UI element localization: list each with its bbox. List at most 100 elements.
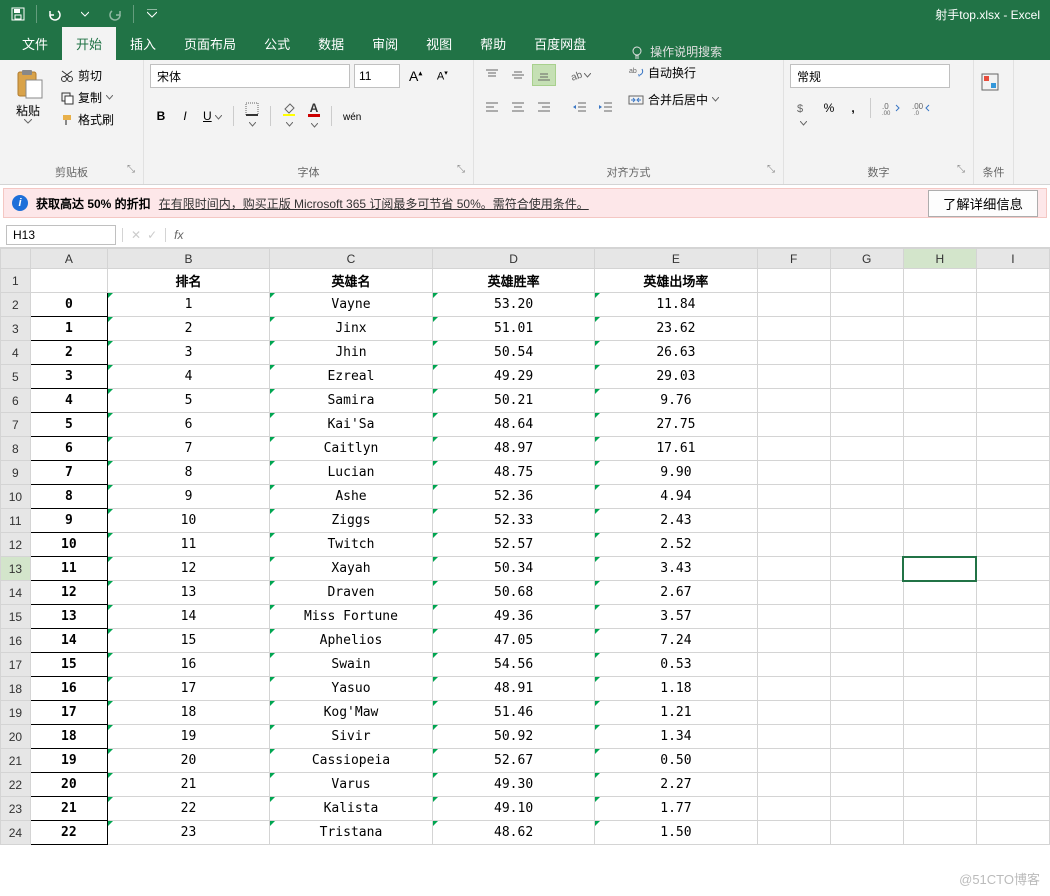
cell-E12[interactable]: 2.52 [595, 533, 757, 557]
tab-review[interactable]: 审阅 [358, 27, 412, 60]
cell-C12[interactable]: Twitch [270, 533, 433, 557]
cell-E5[interactable]: 29.03 [595, 365, 757, 389]
cell-C21[interactable]: Cassiopeia [270, 749, 433, 773]
wrap-text-button[interactable]: ab自动换行 [628, 64, 719, 81]
cell-A9[interactable]: 7 [30, 461, 107, 485]
col-header-D[interactable]: D [432, 249, 594, 269]
cell-A4[interactable]: 2 [30, 341, 107, 365]
cell-I13[interactable] [976, 557, 1049, 581]
cell-C22[interactable]: Varus [270, 773, 433, 797]
cell-D22[interactable]: 49.30 [432, 773, 594, 797]
cell-A8[interactable]: 6 [30, 437, 107, 461]
cell-F18[interactable] [757, 677, 830, 701]
row-header-17[interactable]: 17 [1, 653, 31, 677]
cell-B15[interactable]: 14 [108, 605, 270, 629]
cell-F8[interactable] [757, 437, 830, 461]
row-header-4[interactable]: 4 [1, 341, 31, 365]
ruby-button[interactable]: wén [338, 106, 366, 126]
col-header-G[interactable]: G [830, 249, 903, 269]
cell-B14[interactable]: 13 [108, 581, 270, 605]
cell-I17[interactable] [976, 653, 1049, 677]
cell-F22[interactable] [757, 773, 830, 797]
col-header-C[interactable]: C [270, 249, 433, 269]
row-header-16[interactable]: 16 [1, 629, 31, 653]
cell-H7[interactable] [903, 413, 976, 437]
cell-I22[interactable] [976, 773, 1049, 797]
cell-G4[interactable] [830, 341, 903, 365]
cell-B9[interactable]: 8 [108, 461, 270, 485]
cell-F12[interactable] [757, 533, 830, 557]
cell-F10[interactable] [757, 485, 830, 509]
cell-A14[interactable]: 12 [30, 581, 107, 605]
clipboard-launcher[interactable]: ⤡ [127, 164, 135, 175]
row-header-7[interactable]: 7 [1, 413, 31, 437]
cell-G15[interactable] [830, 605, 903, 629]
cell-I3[interactable] [976, 317, 1049, 341]
cell-A20[interactable]: 18 [30, 725, 107, 749]
cell-F13[interactable] [757, 557, 830, 581]
cell-B23[interactable]: 22 [108, 797, 270, 821]
percent-button[interactable]: % [818, 98, 840, 132]
cell-I5[interactable] [976, 365, 1049, 389]
italic-button[interactable]: I [174, 106, 196, 126]
row-header-23[interactable]: 23 [1, 797, 31, 821]
cell-G24[interactable] [830, 821, 903, 845]
bold-button[interactable]: B [150, 106, 172, 126]
cell-C10[interactable]: Ashe [270, 485, 433, 509]
tab-formula[interactable]: 公式 [250, 27, 304, 60]
cell-H13[interactable] [903, 557, 976, 581]
cell-A24[interactable]: 22 [30, 821, 107, 845]
info-learn-more-button[interactable]: 了解详细信息 [928, 190, 1038, 217]
cell-H5[interactable] [903, 365, 976, 389]
align-left-button[interactable] [480, 96, 504, 118]
cell-H24[interactable] [903, 821, 976, 845]
tab-baidu[interactable]: 百度网盘 [520, 27, 600, 60]
cell-E21[interactable]: 0.50 [595, 749, 757, 773]
cell-B20[interactable]: 19 [108, 725, 270, 749]
cell-B6[interactable]: 5 [108, 389, 270, 413]
cell-C7[interactable]: Kai'Sa [270, 413, 433, 437]
cell-H17[interactable] [903, 653, 976, 677]
cell-E11[interactable]: 2.43 [595, 509, 757, 533]
tab-data[interactable]: 数据 [304, 27, 358, 60]
cell-H23[interactable] [903, 797, 976, 821]
cell-D10[interactable]: 52.36 [432, 485, 594, 509]
cell-D21[interactable]: 52.67 [432, 749, 594, 773]
cell-I10[interactable] [976, 485, 1049, 509]
cell-H2[interactable] [903, 293, 976, 317]
cell-A3[interactable]: 1 [30, 317, 107, 341]
cell-A22[interactable]: 20 [30, 773, 107, 797]
cell-H14[interactable] [903, 581, 976, 605]
cell-C19[interactable]: Kog'Maw [270, 701, 433, 725]
cell-B1[interactable]: 排名 [108, 269, 270, 293]
cell-H21[interactable] [903, 749, 976, 773]
row-header-15[interactable]: 15 [1, 605, 31, 629]
cell-I2[interactable] [976, 293, 1049, 317]
select-all-corner[interactable] [1, 249, 31, 269]
cell-D5[interactable]: 49.29 [432, 365, 594, 389]
cell-I12[interactable] [976, 533, 1049, 557]
cell-G17[interactable] [830, 653, 903, 677]
cell-A13[interactable]: 11 [30, 557, 107, 581]
undo-dropdown[interactable] [71, 1, 99, 27]
cell-H22[interactable] [903, 773, 976, 797]
cell-F23[interactable] [757, 797, 830, 821]
cell-E14[interactable]: 2.67 [595, 581, 757, 605]
cell-C18[interactable]: Yasuo [270, 677, 433, 701]
cell-E3[interactable]: 23.62 [595, 317, 757, 341]
cell-D9[interactable]: 48.75 [432, 461, 594, 485]
cell-A16[interactable]: 14 [30, 629, 107, 653]
row-header-20[interactable]: 20 [1, 725, 31, 749]
format-painter-button[interactable]: 格式刷 [56, 110, 118, 129]
row-header-2[interactable]: 2 [1, 293, 31, 317]
cell-E24[interactable]: 1.50 [595, 821, 757, 845]
cell-B8[interactable]: 7 [108, 437, 270, 461]
cell-G23[interactable] [830, 797, 903, 821]
cell-I9[interactable] [976, 461, 1049, 485]
align-right-button[interactable] [532, 96, 556, 118]
cell-D15[interactable]: 49.36 [432, 605, 594, 629]
cell-A11[interactable]: 9 [30, 509, 107, 533]
cell-B4[interactable]: 3 [108, 341, 270, 365]
row-header-12[interactable]: 12 [1, 533, 31, 557]
cell-E4[interactable]: 26.63 [595, 341, 757, 365]
